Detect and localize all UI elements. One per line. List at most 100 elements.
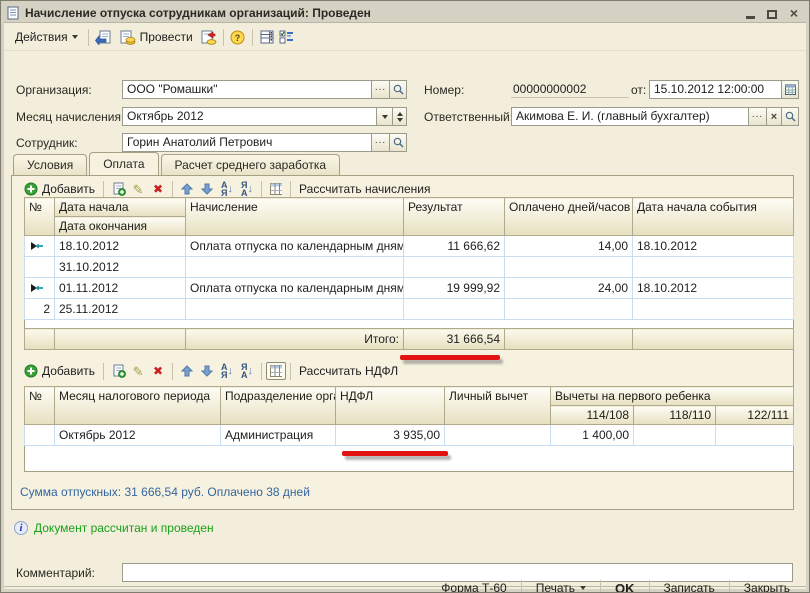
table-row[interactable]: 18.10.2012 Оплата отпуска по календарным… xyxy=(24,235,794,257)
ndfl-sort-asc-button[interactable]: А Я ↓ xyxy=(217,362,237,380)
close-form-button[interactable]: Закрыть xyxy=(734,578,800,592)
close-button[interactable]: × xyxy=(786,6,802,20)
accruals-grid-settings-button[interactable] xyxy=(266,180,286,198)
ok-button[interactable]: OK xyxy=(605,578,645,593)
ndfl-add-button[interactable]: Добавить xyxy=(20,362,99,380)
cell-122-111[interactable] xyxy=(715,424,794,446)
calc-accruals-button[interactable]: Рассчитать начисления xyxy=(295,180,434,198)
cell-date-start[interactable]: 01.11.2012 xyxy=(54,277,186,299)
col-result[interactable]: Результат xyxy=(403,197,505,236)
responsible-clear-button[interactable] xyxy=(766,108,781,125)
cell-event[interactable]: 18.10.2012 xyxy=(632,235,794,257)
col-paid[interactable]: Оплачено дней/часов xyxy=(504,197,633,236)
save-button[interactable]: Записать xyxy=(654,578,725,592)
responsible-select-button[interactable] xyxy=(748,108,766,125)
cell-ndfl[interactable]: 3 935,00 xyxy=(335,424,445,446)
col-date-end[interactable]: Дата окончания xyxy=(54,216,186,236)
cell-date-end[interactable]: 25.11.2012 xyxy=(54,298,186,320)
tab-oplata[interactable]: Оплата xyxy=(89,152,159,175)
ndfl-move-up-button[interactable] xyxy=(177,362,197,380)
cell-date-end[interactable]: 31.10.2012 xyxy=(54,256,186,278)
accruals-sort-asc-button[interactable]: А Я ↓ xyxy=(217,180,237,198)
post-button[interactable]: Провести xyxy=(113,27,199,48)
help-button[interactable]: ? xyxy=(228,28,248,46)
cell-row-number[interactable]: 2 xyxy=(24,298,55,320)
month-field[interactable]: Октябрь 2012 xyxy=(122,107,407,126)
employee-field[interactable]: Горин Анатолий Петрович xyxy=(122,133,407,152)
col-child-deductions[interactable]: Вычеты на первого ребенка xyxy=(550,386,794,406)
maximize-button[interactable] xyxy=(764,6,780,20)
cell-result[interactable]: 19 999,92 xyxy=(403,277,505,299)
cell-empty[interactable] xyxy=(504,298,633,320)
col-118-110[interactable]: 118/110 xyxy=(633,405,716,425)
accruals-delete-button[interactable]: ✖ xyxy=(148,180,168,198)
org-open-button[interactable] xyxy=(389,81,406,98)
cell-empty[interactable] xyxy=(185,256,404,278)
cell-114-108[interactable]: 1 400,00 xyxy=(550,424,634,446)
employee-open-button[interactable] xyxy=(389,134,406,151)
cell-result[interactable]: 11 666,62 xyxy=(403,235,505,257)
ndfl-delete-button[interactable]: ✖ xyxy=(148,362,168,380)
accruals-add-button[interactable]: Добавить xyxy=(20,180,99,198)
org-select-button[interactable] xyxy=(371,81,389,98)
col-num[interactable]: № xyxy=(24,197,55,236)
col-114-108[interactable]: 114/108 xyxy=(550,405,634,425)
accruals-move-down-button[interactable] xyxy=(197,180,217,198)
org-field[interactable]: ООО "Ромашки" xyxy=(122,80,407,99)
col-num[interactable]: № xyxy=(24,386,55,425)
actions-button[interactable]: Действия xyxy=(9,27,84,47)
employee-select-button[interactable] xyxy=(371,134,389,151)
accruals-copy-button[interactable] xyxy=(108,180,128,198)
ndfl-grid-settings-button[interactable] xyxy=(266,362,287,380)
ndfl-copy-button[interactable] xyxy=(108,362,128,380)
month-dropdown-button[interactable] xyxy=(376,108,392,125)
cell-accrual[interactable]: Оплата отпуска по календарным дням xyxy=(185,235,404,257)
cell-personal[interactable] xyxy=(444,424,551,446)
cell-empty[interactable] xyxy=(632,298,794,320)
cell-empty[interactable] xyxy=(403,256,505,278)
responsible-field[interactable]: Акимова Е. И. (главный бухгалтер) xyxy=(511,107,799,126)
cell-event[interactable]: 18.10.2012 xyxy=(632,277,794,299)
table-row[interactable]: 1 31.10.2012 xyxy=(24,256,794,278)
cell-empty[interactable] xyxy=(504,256,633,278)
col-ndfl[interactable]: НДФЛ xyxy=(335,386,445,425)
col-department[interactable]: Подразделение организации xyxy=(220,386,336,425)
cell-department[interactable]: Администрация xyxy=(220,424,336,446)
cell-row-number[interactable]: 1 xyxy=(24,424,55,446)
unpost-button[interactable] xyxy=(199,28,219,46)
cell-month[interactable]: Октябрь 2012 xyxy=(54,424,221,446)
cell-paid[interactable]: 14,00 xyxy=(504,235,633,257)
ndfl-move-down-button[interactable] xyxy=(197,362,217,380)
cell-paid[interactable]: 24,00 xyxy=(504,277,633,299)
col-122-111[interactable]: 122/111 xyxy=(715,405,794,425)
tab-usloviya[interactable]: Условия xyxy=(13,154,88,175)
month-spinner[interactable] xyxy=(392,108,406,125)
minimize-button[interactable] xyxy=(742,6,758,20)
cell-accrual[interactable]: Оплата отпуска по календарным дням xyxy=(185,277,404,299)
cell-empty[interactable] xyxy=(403,298,505,320)
date-calendar-button[interactable] xyxy=(781,81,798,98)
write-button[interactable] xyxy=(93,28,113,46)
list-settings-button[interactable] xyxy=(257,28,277,46)
accruals-move-up-button[interactable] xyxy=(177,180,197,198)
accruals-edit-button[interactable]: ✎ xyxy=(128,180,148,198)
ndfl-sort-desc-button[interactable]: Я А ↓ xyxy=(237,362,257,380)
col-accrual[interactable]: Начисление xyxy=(185,197,404,236)
table-row[interactable]: 2 25.11.2012 xyxy=(24,298,794,320)
calc-ndfl-button[interactable]: Рассчитать НДФЛ xyxy=(295,362,402,380)
form-t60-button[interactable]: Форма Т-60 xyxy=(431,578,516,592)
responsible-open-button[interactable] xyxy=(781,108,798,125)
ndfl-edit-button[interactable]: ✎ xyxy=(128,362,148,380)
table-row[interactable]: 01.11.2012 Оплата отпуска по календарным… xyxy=(24,277,794,299)
cell-empty[interactable] xyxy=(185,298,404,320)
cell-date-start[interactable]: 18.10.2012 xyxy=(54,235,186,257)
number-value[interactable]: 00000000002 xyxy=(511,81,629,98)
col-date-start[interactable]: Дата начала xyxy=(54,197,186,217)
table-row[interactable]: 1 Октябрь 2012 Администрация 3 935,00 1 … xyxy=(24,424,794,446)
date-field[interactable]: 15.10.2012 12:00:00 xyxy=(649,80,799,99)
tab-raschet[interactable]: Расчет среднего заработка xyxy=(160,154,340,175)
cell-118-110[interactable] xyxy=(633,424,716,446)
col-personal[interactable]: Личный вычет xyxy=(444,386,551,425)
print-button[interactable]: Печать xyxy=(526,578,596,592)
col-month[interactable]: Месяц налогового периода xyxy=(54,386,221,425)
